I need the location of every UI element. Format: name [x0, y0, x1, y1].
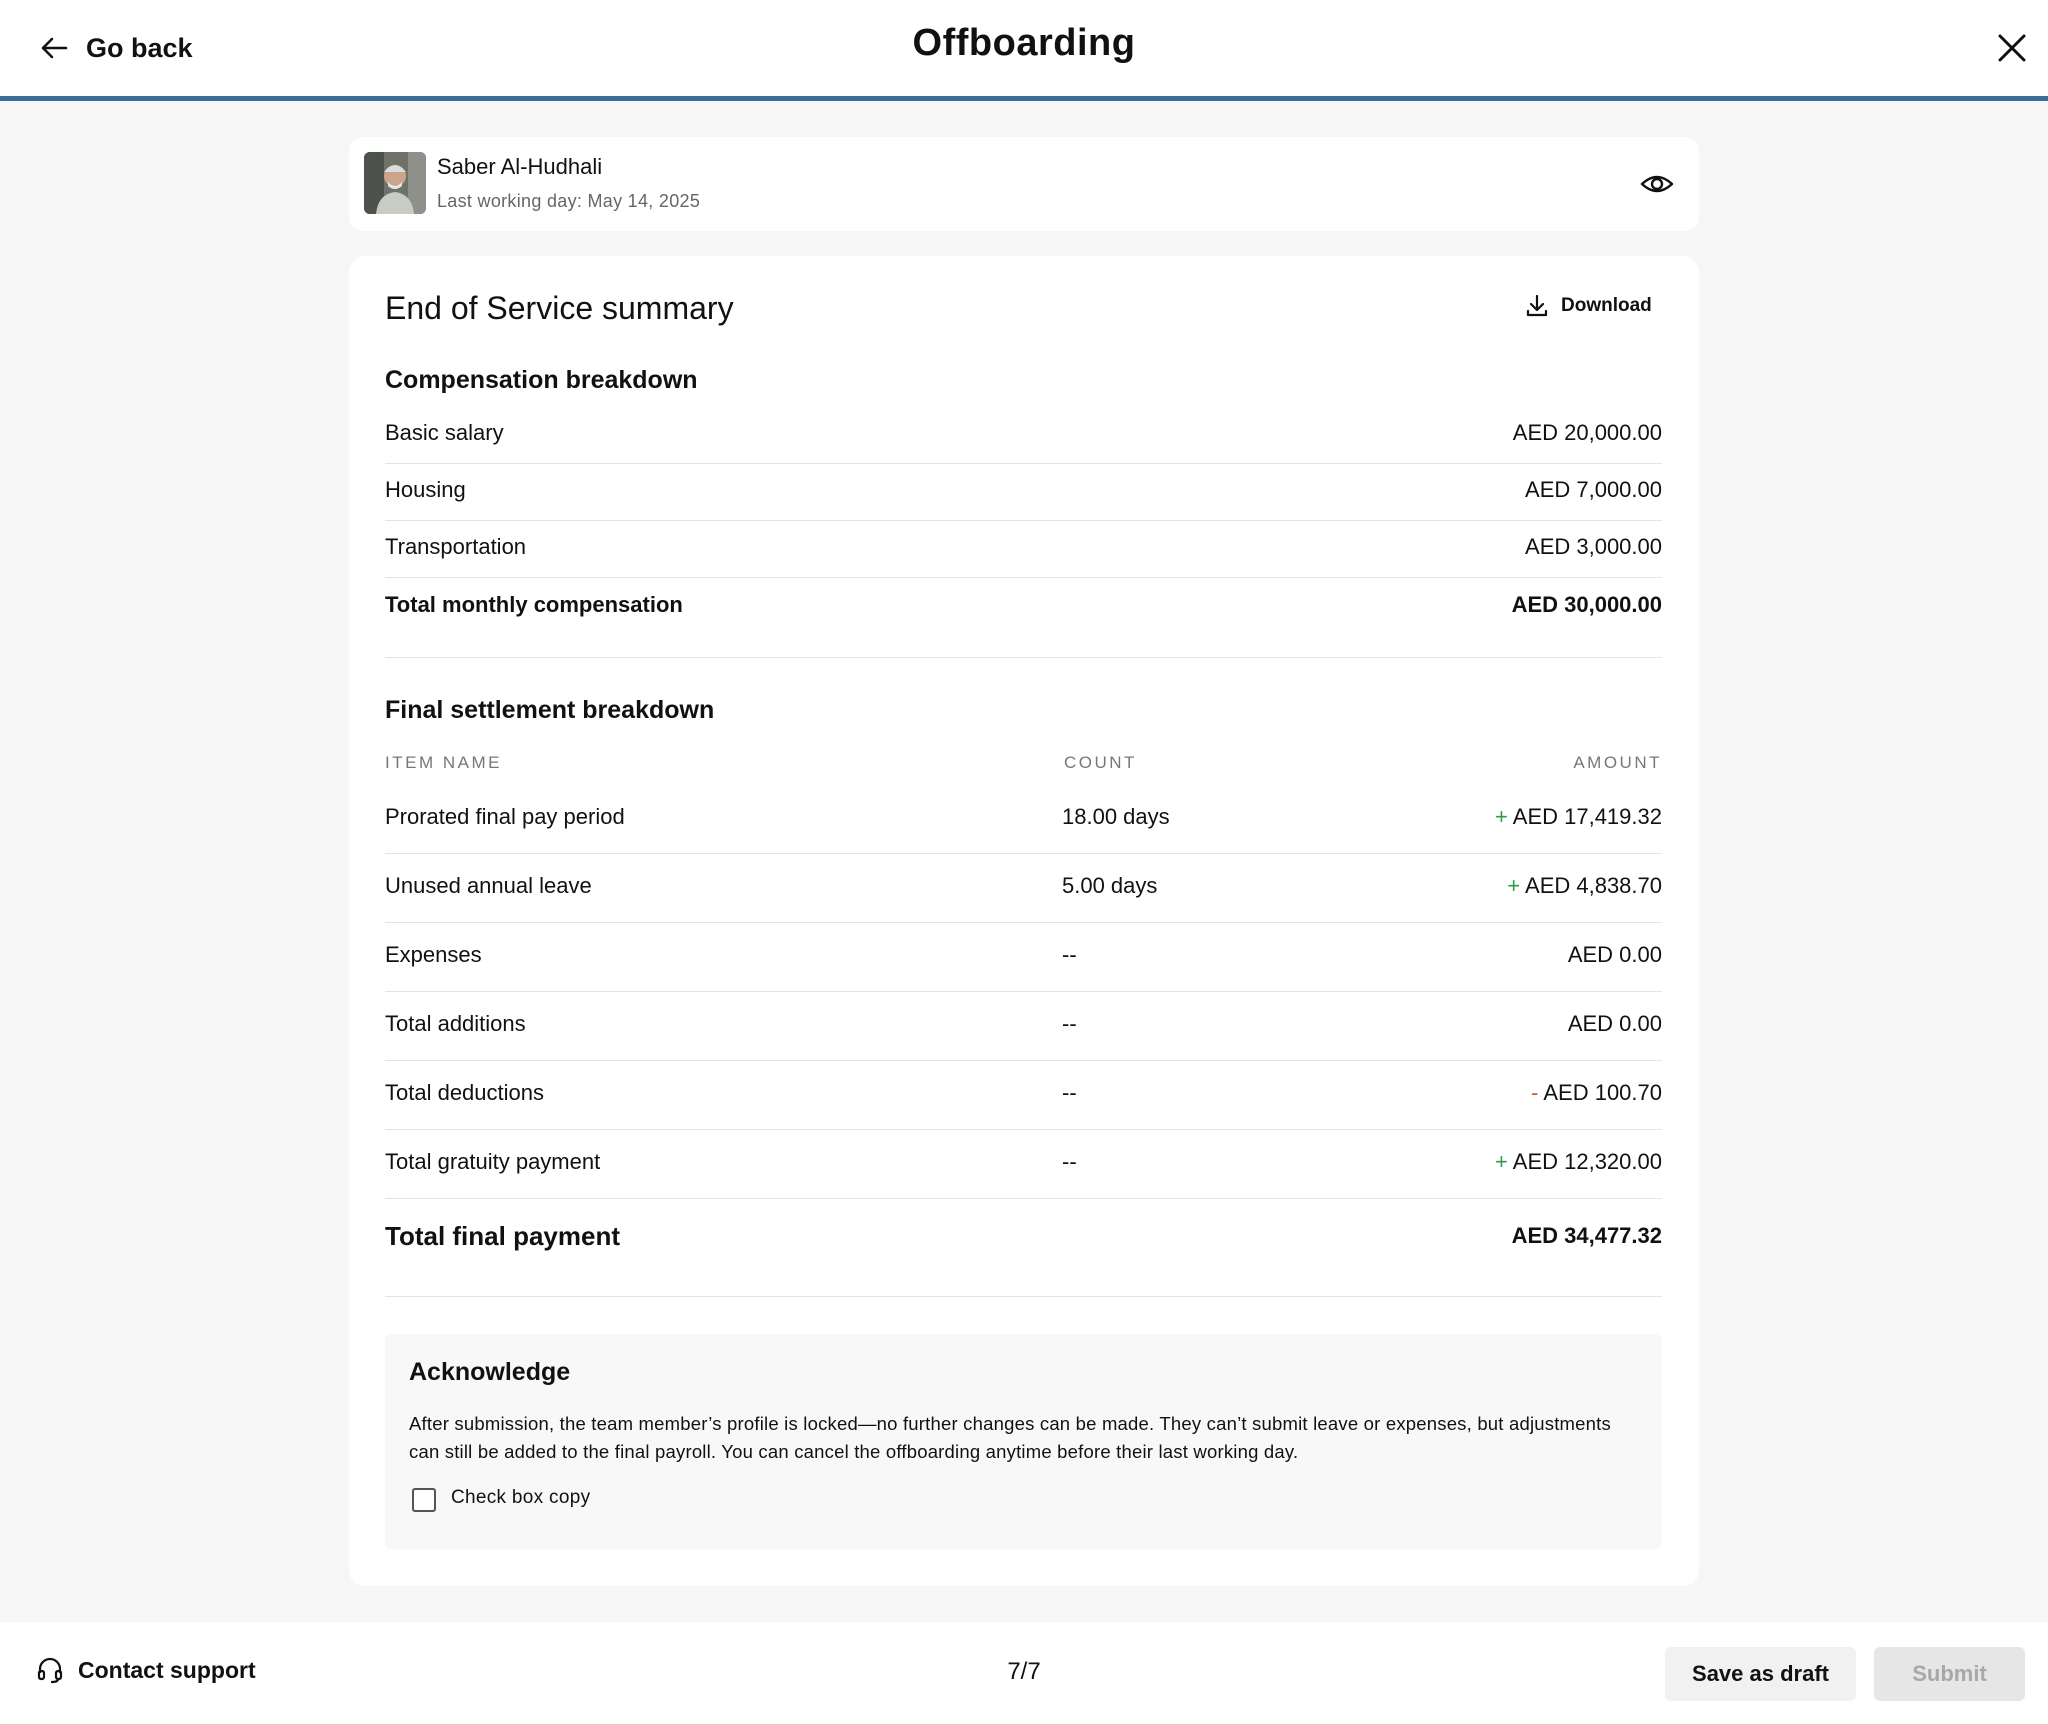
final-payment-label: Total final payment [385, 1221, 620, 1251]
close-button[interactable] [1994, 30, 2030, 66]
compensation-total-value: AED 30,000.00 [1511, 592, 1662, 617]
settlement-item-name: Expenses [385, 942, 482, 967]
employee-name: Saber Al-Hudhali [437, 154, 603, 179]
settlement-item-count: 5.00 days [1062, 873, 1158, 898]
acknowledge-checkbox-label[interactable]: Check box copy [451, 1487, 590, 1509]
column-header-item: ITEM NAME [385, 753, 502, 772]
amount-value: AED 0.00 [1567, 942, 1662, 967]
sign-indicator: + [1495, 804, 1508, 829]
settlement-row: Total deductions -- - AED 100.70 [385, 1060, 1662, 1130]
settlement-row: Expenses -- AED 0.00 [385, 922, 1662, 992]
column-header-count: COUNT [1064, 753, 1137, 772]
compensation-row: Transportation AED 3,000.00 [385, 520, 1662, 578]
settlement-item-count: -- [1062, 1149, 1077, 1174]
download-button[interactable]: Download [1525, 294, 1652, 318]
amount-value: AED 12,320.00 [1512, 1149, 1662, 1174]
header: Go back Offboarding [0, 0, 2048, 101]
settlement-item-count: 18.00 days [1062, 804, 1170, 829]
compensation-title: Compensation breakdown [385, 366, 698, 394]
amount-value: AED 4,838.70 [1525, 873, 1662, 898]
settlement-item-name: Total deductions [385, 1080, 544, 1105]
compensation-row: Housing AED 7,000.00 [385, 463, 1662, 521]
settlement-item-amount: AED 0.00 [1568, 942, 1662, 968]
settlement-item-amount: AED 0.00 [1568, 1011, 1662, 1037]
download-icon [1526, 294, 1548, 317]
settlement-item-name: Prorated final pay period [385, 804, 625, 829]
sign-indicator: + [1507, 873, 1521, 898]
final-payment-value: AED 34,477.32 [1511, 1223, 1662, 1248]
settlement-item-name: Total gratuity payment [385, 1149, 601, 1174]
amount-value: AED 17,419.32 [1512, 804, 1662, 829]
settlement-item-name: Total additions [385, 1011, 526, 1036]
settlement-item-name: Unused annual leave [385, 873, 592, 898]
employee-card: Saber Al-Hudhali Last working day: May 1… [349, 137, 1699, 231]
compensation-total-label: Total monthly compensation [385, 592, 683, 617]
amount-value: AED 0.00 [1567, 1011, 1662, 1036]
summary-card: End of Service summary Download Compensa… [349, 256, 1699, 1586]
view-button[interactable] [1640, 167, 1674, 201]
compensation-total-row: Total monthly compensation AED 30,000.00 [385, 577, 1662, 658]
compensation-value: AED 20,000.00 [1512, 420, 1662, 445]
settlement-item-count: -- [1062, 942, 1077, 967]
sign-indicator: - [1531, 1080, 1539, 1105]
sign-indicator: + [1495, 1149, 1508, 1174]
save-draft-button[interactable]: Save as draft [1665, 1647, 1856, 1701]
acknowledge-box: Acknowledge After submission, the team m… [385, 1334, 1662, 1549]
column-header-amount: AMOUNT [1573, 753, 1662, 772]
submit-button[interactable]: Submit [1874, 1647, 2025, 1701]
page-title: Offboarding [912, 22, 1136, 64]
settlement-item-count: -- [1062, 1011, 1077, 1036]
download-label: Download [1561, 295, 1652, 316]
settlement-item-amount: + AED 12,320.00 [1495, 1149, 1662, 1175]
summary-title: End of Service summary [385, 290, 734, 326]
acknowledge-title: Acknowledge [409, 1358, 571, 1386]
compensation-row: Basic salary AED 20,000.00 [385, 406, 1662, 464]
settlement-row: Prorated final pay period 18.00 days + A… [385, 784, 1662, 854]
settlement-item-amount: + AED 4,838.70 [1507, 873, 1662, 899]
avatar [364, 152, 426, 214]
settlement-row: Total additions -- AED 0.00 [385, 991, 1662, 1061]
settlement-item-amount: - AED 100.70 [1531, 1080, 1662, 1106]
compensation-value: AED 3,000.00 [1525, 534, 1662, 559]
settlement-item-count: -- [1062, 1080, 1077, 1105]
compensation-value: AED 7,000.00 [1525, 477, 1662, 502]
final-payment-row: Total final payment AED 34,477.32 [385, 1191, 1662, 1297]
acknowledge-text: After submission, the team member’s prof… [409, 1413, 1611, 1462]
settlement-row: Total gratuity payment -- + AED 12,320.0… [385, 1129, 1662, 1199]
settlement-item-amount: + AED 17,419.32 [1495, 804, 1662, 830]
eye-icon [1640, 175, 1674, 193]
compensation-label: Housing [385, 477, 466, 502]
close-icon [1998, 34, 2026, 62]
compensation-label: Basic salary [385, 420, 504, 445]
footer: Contact support 7/7 Save as draft Submit [0, 1622, 2048, 1724]
settlement-title: Final settlement breakdown [385, 696, 715, 724]
acknowledge-checkbox[interactable] [412, 1488, 436, 1512]
last-working-day: Last working day: May 14, 2025 [437, 191, 701, 211]
settlement-row: Unused annual leave 5.00 days + AED 4,83… [385, 853, 1662, 923]
amount-value: AED 100.70 [1543, 1080, 1662, 1105]
compensation-label: Transportation [385, 534, 527, 559]
